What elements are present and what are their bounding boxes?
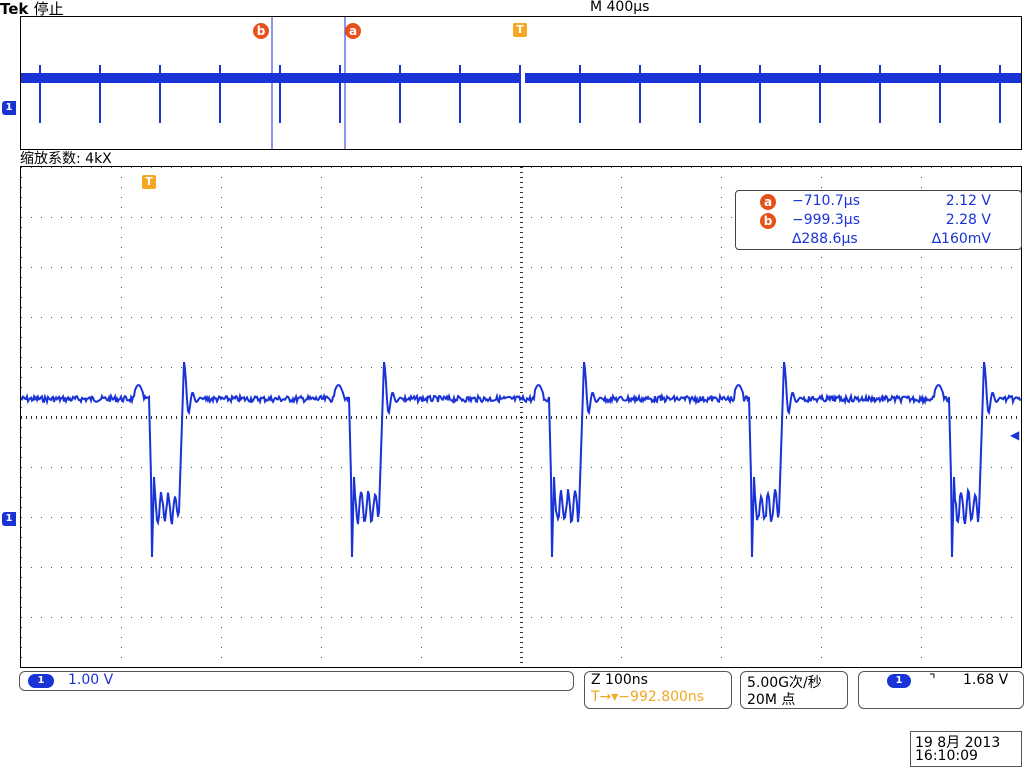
cursor-delta-time: ∆288.6μs [792, 231, 858, 247]
zoom-window-gap [521, 69, 525, 87]
acquisition-status[interactable]: 5.00G次/秒 20M 点 [740, 671, 848, 709]
time: 16:10:09 [915, 748, 978, 764]
cursor-a-marker[interactable]: a [345, 23, 361, 39]
channel-1-badge: 1 [28, 674, 54, 688]
trigger-level-arrow-icon: ◀ [1010, 428, 1020, 442]
channel-1-ground-marker[interactable]: 1 [2, 512, 16, 526]
datetime-display: 19 8月 2013 16:10:09 [910, 731, 1022, 767]
zoom-position: T→▾−992.800ns [591, 689, 705, 705]
overview-trigger-marker[interactable]: T [513, 23, 527, 37]
cursor-a-volt: 2.12 V [945, 193, 991, 209]
trigger-status[interactable]: 1 ⌝ 1.68 V [858, 671, 1024, 709]
main-trigger-marker[interactable]: T [142, 175, 156, 189]
zoom-factor-label: 缩放系数: 4kX [20, 151, 112, 167]
readout-a-marker: a [760, 194, 776, 210]
cursor-b-marker[interactable]: b [253, 23, 269, 39]
cursor-readout-panel: a −710.7μs 2.12 V b −999.3μs 2.28 V ∆288… [735, 190, 1022, 250]
cursor-delta-volt: ∆160mV [931, 231, 991, 247]
channel-1-scale: 1.00 V [68, 672, 114, 688]
overview-channel-1-marker[interactable]: 1 [2, 101, 16, 115]
falling-edge-icon: ⌝ [929, 672, 936, 688]
cursor-b-time: −999.3μs [792, 212, 861, 228]
timebase-label: M 400μs [590, 0, 650, 15]
record-length: 20M 点 [747, 692, 796, 708]
readout-b-marker: b [760, 213, 776, 229]
trigger-source-badge: 1 [887, 674, 911, 688]
trigger-level: 1.68 V [963, 672, 1009, 688]
cursor-a-time: −710.7μs [792, 193, 861, 209]
channel-1-status[interactable]: 1 1.00 V [19, 671, 574, 691]
cursor-b-volt: 2.28 V [945, 212, 991, 228]
zoom-timebase-status[interactable]: Z 100ns T→▾−992.800ns [584, 671, 732, 709]
zoom-timebase: Z 100ns [591, 672, 648, 688]
